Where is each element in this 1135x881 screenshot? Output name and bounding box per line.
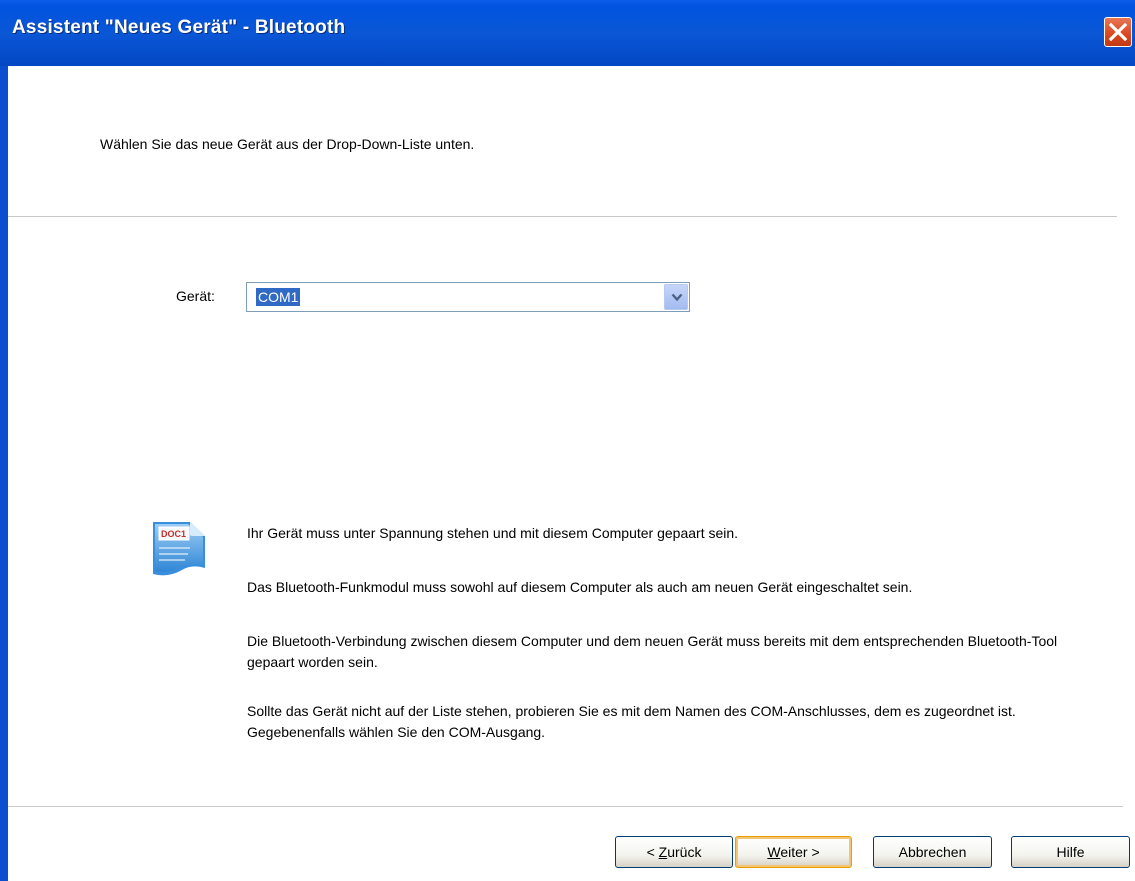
device-label: Gerät:: [176, 288, 215, 304]
close-button[interactable]: [1104, 17, 1132, 47]
dropdown-button[interactable]: [664, 284, 688, 310]
device-selected-value: COM1: [256, 288, 301, 306]
help-button-label: Hilfe: [1056, 844, 1085, 860]
wizard-page: [8, 66, 1135, 881]
doc-icon: DOC1: [150, 522, 206, 583]
window-frame-left: [0, 66, 8, 881]
next-button[interactable]: Weiter >: [735, 836, 852, 868]
cancel-button-label: Abbrechen: [898, 844, 967, 860]
back-button[interactable]: < Zurück: [615, 836, 733, 868]
cancel-button[interactable]: Abbrechen: [873, 836, 992, 868]
info-text-1: Ihr Gerät muss unter Spannung stehen und…: [247, 525, 739, 541]
back-button-prefix: <: [646, 844, 659, 860]
help-button[interactable]: Hilfe: [1011, 836, 1130, 868]
info-text-4: Sollte das Gerät nicht auf der Liste ste…: [247, 703, 1016, 740]
info-text-2: Das Bluetooth-Funkmodul muss sowohl auf …: [247, 579, 913, 595]
next-button-mnemonic: W: [767, 844, 781, 860]
instruction-text: Wählen Sie das neue Gerät aus der Drop-D…: [100, 136, 475, 152]
info-text-3: Die Bluetooth-Verbindung zwischen diesem…: [247, 633, 1058, 670]
back-button-mnemonic: Z: [658, 844, 668, 860]
footer-separator: [8, 806, 1123, 808]
close-icon: [1108, 22, 1128, 42]
doc-icon-label: DOC1: [161, 529, 186, 539]
back-button-label: urück: [667, 844, 702, 860]
title-bar[interactable]: Assistent "Neues Gerät" - Bluetooth: [0, 0, 1135, 66]
header-separator: [8, 216, 1117, 218]
next-button-label: eiter >: [780, 844, 820, 860]
device-dropdown[interactable]: COM1: [246, 282, 690, 312]
chevron-down-icon: [671, 293, 683, 302]
window-title: Assistent "Neues Gerät" - Bluetooth: [12, 17, 346, 38]
